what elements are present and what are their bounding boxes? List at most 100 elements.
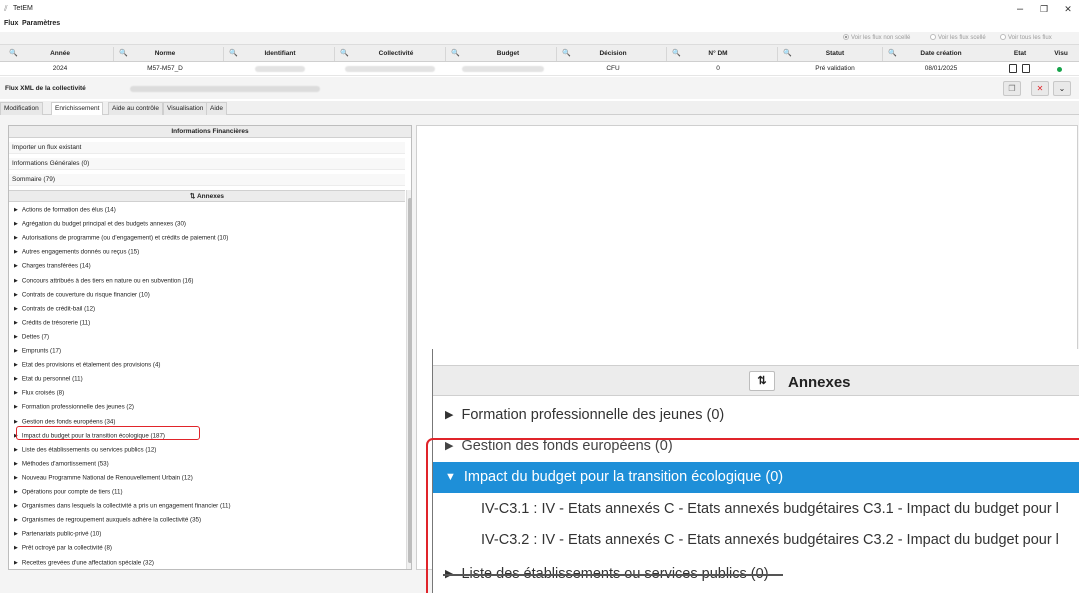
more-options-button[interactable]: ⌄ — [1053, 81, 1071, 96]
annex-item[interactable]: ▶ Contrats de crédit-bail (12) — [9, 303, 405, 315]
expand-arrow-icon[interactable]: ▶ — [445, 400, 453, 431]
expand-arrow-icon[interactable]: ▶ — [14, 401, 18, 413]
annex-item[interactable]: ▶ Formation professionnelle des jeunes (2… — [9, 401, 405, 413]
close-flux-button[interactable]: ✕ — [1031, 81, 1049, 96]
expand-arrow-icon[interactable]: ▶ — [14, 472, 18, 484]
expand-arrow-icon[interactable]: ▶ — [14, 345, 18, 357]
scrollbar[interactable] — [406, 190, 411, 569]
import-flux-item[interactable]: Importer un flux existant — [9, 142, 405, 154]
column-etat[interactable]: Etat — [1000, 50, 1040, 57]
annex-label: Liste des établissements ou services pub… — [21, 446, 157, 454]
filter-scelle[interactable]: Voir les flux scellé — [930, 34, 986, 41]
zoom-row-formation[interactable]: ▶ Formation professionnelle des jeunes (0… — [433, 400, 1079, 431]
annex-item[interactable]: ▶ Organismes de regroupement auxquels adh… — [9, 514, 405, 526]
search-icon[interactable]: 🔍 — [888, 49, 897, 58]
column-statut[interactable]: Statut — [810, 50, 860, 57]
search-icon[interactable]: 🔍 — [119, 49, 128, 58]
annex-item[interactable]: ▶ Concours attribués à des tiers en natur… — [9, 275, 405, 287]
annex-item[interactable]: ▶ Charges transférées (14) — [9, 260, 405, 272]
column-visu[interactable]: Visu — [1046, 50, 1076, 57]
expand-arrow-icon[interactable]: ▶ — [14, 387, 18, 399]
filter-non-scelle[interactable]: Voir les flux non scellé — [843, 34, 910, 41]
maximize-button[interactable]: ❐ — [1034, 2, 1054, 16]
expand-arrow-icon[interactable]: ▶ — [14, 359, 18, 371]
close-window-button[interactable]: ✕ — [1058, 2, 1078, 16]
search-icon[interactable]: 🔍 — [783, 49, 792, 58]
search-icon[interactable]: 🔍 — [9, 49, 18, 58]
expand-arrow-icon[interactable]: ▶ — [14, 246, 18, 258]
annex-item[interactable]: ▶ Opérations pour compte de tiers (11) — [9, 486, 405, 498]
expand-arrow-icon[interactable]: ▶ — [14, 514, 18, 526]
column-annee[interactable]: Année — [35, 50, 85, 57]
summary-item[interactable]: Sommaire (79) — [9, 174, 405, 186]
expand-arrow-icon[interactable]: ▶ — [14, 458, 18, 470]
column-collectivite[interactable]: Collectivité — [366, 50, 426, 57]
expand-arrow-icon[interactable]: ▶ — [14, 500, 18, 512]
search-icon[interactable]: 🔍 — [562, 49, 571, 58]
search-icon[interactable]: 🔍 — [340, 49, 349, 58]
annex-item[interactable]: ▶ Partenariats public-privé (10) — [9, 528, 405, 540]
annex-item[interactable]: ▶ Dettes (7) — [9, 331, 405, 343]
column-identifiant[interactable]: Identifiant — [255, 50, 305, 57]
column-date-creation[interactable]: Date création — [906, 50, 976, 57]
expand-arrow-icon[interactable]: ▶ — [14, 331, 18, 343]
expand-arrow-icon[interactable]: ▶ — [14, 303, 18, 315]
document-icon[interactable] — [1009, 64, 1017, 73]
expand-arrow-icon[interactable]: ▶ — [14, 557, 18, 569]
sort-button[interactable]: ⇅ — [749, 371, 775, 391]
annex-item[interactable]: ▶ Agrégation du budget principal et des b… — [9, 218, 405, 230]
expand-arrow-icon[interactable]: ▶ — [14, 218, 18, 230]
annex-item[interactable]: ▶ Etat des provisions et étalement des pr… — [9, 359, 405, 371]
xml-flux-title: Flux XML de la collectivité — [5, 85, 86, 92]
annex-item[interactable]: ▶ Etat du personnel (11) — [9, 373, 405, 385]
expand-arrow-icon[interactable]: ▶ — [14, 260, 18, 272]
annex-item[interactable]: ▶ Crédits de trésorerie (11) — [9, 317, 405, 329]
annex-item[interactable]: ▶ Emprunts (17) — [9, 345, 405, 357]
expand-arrow-icon[interactable]: ▶ — [14, 373, 18, 385]
annexes-header[interactable]: ⇅ Annexes — [9, 190, 405, 202]
tab-modification[interactable]: Modification — [0, 102, 43, 115]
annex-item[interactable]: ▶ Autorisations de programme (ou d'engage… — [9, 232, 405, 244]
column-norme[interactable]: Norme — [145, 50, 185, 57]
minimize-button[interactable]: – — [1010, 2, 1030, 16]
annex-item[interactable]: ▶ Organismes dans lesquels la collectivit… — [9, 500, 405, 512]
expand-arrow-icon[interactable]: ▶ — [14, 289, 18, 301]
expand-arrow-icon[interactable]: ▶ — [14, 528, 18, 540]
annex-item[interactable]: ▶ Nouveau Programme National de Renouvell… — [9, 472, 405, 484]
annex-item[interactable]: ▶ Contrats de couverture du risque financ… — [9, 289, 405, 301]
annex-label: Organismes de regroupement auxquels adhè… — [21, 516, 202, 524]
column-ndm[interactable]: N° DM — [698, 50, 738, 57]
expand-arrow-icon[interactable]: ▶ — [14, 204, 18, 216]
menu-parametres[interactable]: Paramètres — [22, 20, 60, 27]
expand-arrow-icon[interactable]: ▶ — [14, 542, 18, 554]
annex-item[interactable]: ▶ Autres engagements donnés ou reçus (15) — [9, 246, 405, 258]
menu-flux[interactable]: Flux — [4, 20, 18, 27]
general-info-item[interactable]: Informations Générales (0) — [9, 158, 405, 170]
annex-item[interactable]: ▶ Actions de formation des élus (14) — [9, 204, 405, 216]
document-edit-icon[interactable] — [1022, 64, 1030, 73]
sort-icon[interactable]: ⇅ — [190, 193, 195, 200]
annex-item[interactable]: ▶ Prêt octroyé par la collectivité (8) — [9, 542, 405, 554]
expand-arrow-icon[interactable]: ▶ — [14, 317, 18, 329]
tab-enrichissement[interactable]: Enrichissement — [51, 102, 104, 115]
scrollbar-thumb[interactable] — [408, 198, 411, 563]
tab-aide[interactable]: Aide — [206, 102, 228, 115]
table-row[interactable]: 2024 M57-M57_D CFU 0 Pré validation 08/0… — [0, 62, 1079, 76]
search-icon[interactable]: 🔍 — [672, 49, 681, 58]
annex-item[interactable]: ▶ Liste des établissements ou services pu… — [9, 444, 405, 456]
filter-tous[interactable]: Voir tous les flux — [1000, 34, 1052, 41]
annex-item[interactable]: ▶ Recettes grevées d'une affectation spéc… — [9, 557, 405, 569]
column-budget[interactable]: Budget — [483, 50, 533, 57]
expand-arrow-icon[interactable]: ▶ — [14, 486, 18, 498]
annex-item[interactable]: ▶ Méthodes d'amortissement (53) — [9, 458, 405, 470]
search-icon[interactable]: 🔍 — [451, 49, 460, 58]
tab-aide-controle[interactable]: Aide au contrôle — [108, 102, 163, 115]
expand-arrow-icon[interactable]: ▶ — [14, 232, 18, 244]
tab-visualisation[interactable]: Visualisation — [163, 102, 208, 115]
annex-item[interactable]: ▶ Flux croisés (8) — [9, 387, 405, 399]
column-decision[interactable]: Décision — [588, 50, 638, 57]
expand-arrow-icon[interactable]: ▶ — [14, 275, 18, 287]
search-icon[interactable]: 🔍 — [229, 49, 238, 58]
copy-button[interactable]: ❐ — [1003, 81, 1021, 96]
expand-arrow-icon[interactable]: ▶ — [14, 444, 18, 456]
